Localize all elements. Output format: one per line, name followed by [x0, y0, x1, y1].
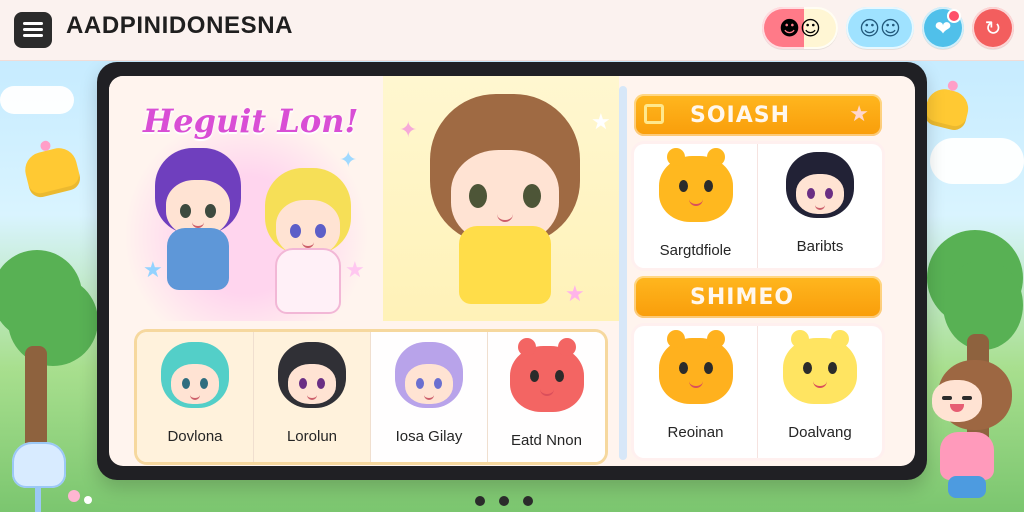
character-label: Reoinan [667, 424, 724, 441]
avatar-purple-hair[interactable] [143, 148, 253, 318]
bell-icon-right [922, 85, 972, 133]
avatar-label: Lorolun [286, 428, 338, 445]
avatar-label: Dovlona [167, 428, 223, 445]
ghost-stick [35, 488, 41, 512]
hero-left-panel: Heguit Lon! ★ ★ ✦ [109, 76, 383, 321]
section-title: SHIMEO [690, 284, 795, 310]
avatar-card[interactable]: Lorolun [254, 332, 371, 462]
bell-icon-left [21, 144, 83, 200]
friends-icon: ☻☺ [779, 16, 821, 40]
panel-divider [619, 86, 627, 460]
character-label: Doalvang [788, 424, 852, 441]
page-indicator [475, 496, 533, 506]
heart-notification-button[interactable]: ❤ [922, 7, 964, 49]
top-bar: AADPINIDONESNA ☻☺ ☺☺ ❤ ↻ [0, 0, 1024, 61]
tablet-frame: Heguit Lon! ★ ★ ✦ ✦ ★ ★ Dovlona Lorolun … [97, 62, 927, 480]
featured-avatar[interactable] [420, 94, 590, 314]
ghost-icon [12, 442, 66, 488]
refresh-button[interactable]: ↻ [972, 7, 1014, 49]
star-icon: ★ [849, 102, 870, 127]
avatar-card[interactable]: Eatd Nnon [488, 332, 605, 462]
refresh-icon: ↻ [984, 16, 1002, 40]
cloud-left [0, 86, 74, 114]
section-header[interactable]: SOIASH ★ [634, 94, 882, 136]
avatar-card[interactable]: Iosa Gilay [371, 332, 488, 462]
section-grid: Reoinan Doalvang [634, 326, 882, 458]
avatar-thumbnail [391, 342, 467, 412]
character-label: Baribts [796, 238, 844, 255]
avatar-card[interactable]: Dovlona [137, 332, 254, 462]
menu-button[interactable] [14, 12, 52, 48]
mascot-thumbnail [777, 330, 863, 408]
character-card[interactable]: Baribts [758, 144, 882, 268]
section-grid: Sargtdfiole Baribts [634, 144, 882, 268]
cloud-right [930, 138, 1024, 184]
avatar-blonde-hair[interactable] [253, 168, 363, 338]
page-dot[interactable] [523, 496, 533, 506]
mascot-thumbnail [653, 148, 739, 226]
left-pane: Heguit Lon! ★ ★ ✦ ✦ ★ ★ Dovlona Lorolun … [109, 76, 619, 466]
avatar-label: Eatd Nnon [511, 432, 582, 449]
chat-icon: ☺☺ [859, 16, 901, 40]
page-dot[interactable] [499, 496, 509, 506]
avatar-thumbnail [274, 342, 350, 412]
friends-button[interactable]: ☻☺ [762, 7, 838, 49]
chat-button[interactable]: ☺☺ [846, 7, 914, 49]
character-card[interactable]: Reoinan [634, 326, 758, 458]
menu-icon [23, 22, 43, 38]
tablet-screen: Heguit Lon! ★ ★ ✦ ✦ ★ ★ Dovlona Lorolun … [109, 76, 915, 466]
app-window: AADPINIDONESNA ☻☺ ☺☺ ❤ ↻ Heguit Lon! ★ ★ [0, 0, 1024, 512]
avatar-thumbnail [782, 152, 858, 222]
page-dot[interactable] [475, 496, 485, 506]
frame-icon [644, 104, 664, 124]
section-header[interactable]: SHIMEO [634, 276, 882, 318]
avatar-carousel: Dovlona Lorolun Iosa Gilay Eatd Nnon [137, 332, 605, 462]
corner-character [920, 360, 1020, 510]
flower-icon [84, 496, 92, 504]
sparkle-icon: ✦ [399, 118, 418, 143]
character-card[interactable]: Doalvang [758, 326, 882, 458]
heart-notification-icon: ❤ [934, 16, 952, 40]
sparkle-icon: ★ [591, 110, 611, 135]
app-title: AADPINIDONESNA [66, 12, 294, 39]
section-title: SOIASH [690, 102, 791, 128]
mascot-thumbnail [504, 338, 590, 416]
avatar-label: Iosa Gilay [395, 428, 463, 445]
hero-title: Heguit Lon! [143, 102, 359, 140]
character-label: Sargtdfiole [659, 242, 732, 259]
top-icons: ☻☺ ☺☺ ❤ ↻ [762, 7, 1014, 49]
right-pane: SOIASH ★ Sargtdfiole Baribts SHIMEO Reoi… [634, 94, 882, 458]
mascot-thumbnail [653, 330, 739, 408]
character-card[interactable]: Sargtdfiole [634, 144, 758, 268]
hero-center-panel: ✦ ★ ★ [383, 76, 619, 321]
avatar-thumbnail [157, 342, 233, 412]
flower-icon [68, 490, 80, 502]
